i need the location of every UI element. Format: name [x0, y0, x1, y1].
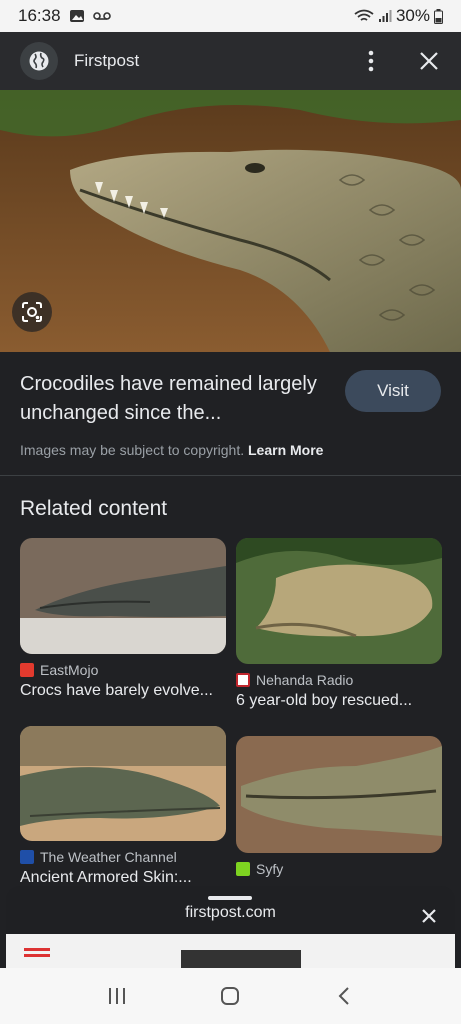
status-bar: 16:38 30%	[0, 0, 461, 32]
gallery-icon	[69, 10, 84, 22]
main-image[interactable]	[0, 90, 461, 352]
source-name: Syfy	[256, 861, 284, 877]
sheet-url[interactable]: firstpost.com	[6, 904, 455, 922]
recents-icon	[108, 988, 125, 1004]
related-source: EastMojo	[20, 662, 226, 678]
source-name: The Weather Channel	[40, 849, 177, 865]
visit-button[interactable]: Visit	[345, 370, 441, 412]
result-title[interactable]: Crocodiles have remained largely unchang…	[20, 370, 330, 428]
wifi-icon	[354, 9, 374, 21]
related-card[interactable]: The Weather Channel Ancient Armored Skin…	[20, 726, 226, 887]
page-preview[interactable]	[6, 934, 455, 968]
back-button[interactable]	[328, 980, 360, 1012]
related-caption[interactable]: 6 year-old boy rescued...	[236, 692, 442, 710]
related-caption[interactable]: Crocs have barely evolve...	[20, 682, 226, 700]
related-source: The Weather Channel	[20, 849, 226, 865]
site-preview-sheet[interactable]: firstpost.com	[6, 886, 455, 968]
sheet-drag-handle[interactable]	[208, 896, 252, 900]
crocodile-image	[0, 90, 461, 352]
source-name: EastMojo	[40, 662, 99, 678]
more-vert-icon	[368, 50, 374, 72]
clock: 16:38	[18, 6, 61, 25]
related-source: Syfy	[236, 861, 442, 877]
related-card[interactable]: Nehanda Radio 6 year-old boy rescued...	[236, 538, 442, 710]
syfy-favicon-icon	[236, 862, 250, 876]
lens-search-button[interactable]	[12, 292, 52, 332]
copyright-notice: Images may be subject to copyright. Lear…	[20, 442, 441, 458]
signal-icon	[378, 10, 392, 22]
related-source: Nehanda Radio	[236, 672, 442, 688]
eastmojo-favicon-icon	[20, 663, 34, 677]
result-info: Crocodiles have remained largely unchang…	[0, 352, 461, 476]
related-card[interactable]: EastMojo Crocs have barely evolve...	[20, 538, 226, 700]
close-viewer-button[interactable]	[413, 45, 445, 77]
more-options-button[interactable]	[355, 45, 387, 77]
related-caption[interactable]: Ancient Armored Skin:...	[20, 869, 226, 887]
weather-channel-favicon-icon	[20, 850, 34, 864]
home-button[interactable]	[214, 980, 246, 1012]
related-card[interactable]: Syfy	[236, 736, 442, 877]
site-name[interactable]: Firstpost	[74, 51, 139, 71]
close-sheet-button[interactable]	[413, 900, 445, 932]
related-image[interactable]	[20, 538, 226, 654]
related-heading: Related content	[20, 497, 168, 520]
voicemail-icon	[92, 12, 111, 20]
recents-button[interactable]	[101, 980, 133, 1012]
related-image[interactable]	[236, 736, 442, 853]
battery-icon	[434, 8, 443, 24]
globe-icon	[29, 51, 49, 71]
source-name: Nehanda Radio	[256, 672, 354, 688]
site-avatar[interactable]	[20, 42, 58, 80]
nehanda-favicon-icon	[236, 673, 250, 687]
viewer-header: Firstpost	[0, 32, 461, 90]
close-icon	[420, 52, 438, 70]
learn-more-link[interactable]: Learn More	[248, 442, 323, 458]
related-image[interactable]	[20, 726, 226, 841]
close-icon	[422, 909, 436, 923]
copyright-text: Images may be subject to copyright.	[20, 442, 245, 458]
battery-percent: 30%	[395, 6, 430, 25]
home-icon	[221, 987, 240, 1005]
back-icon	[338, 987, 349, 1005]
lens-icon	[22, 302, 42, 322]
related-image[interactable]	[236, 538, 442, 664]
system-nav-bar	[0, 968, 461, 1024]
